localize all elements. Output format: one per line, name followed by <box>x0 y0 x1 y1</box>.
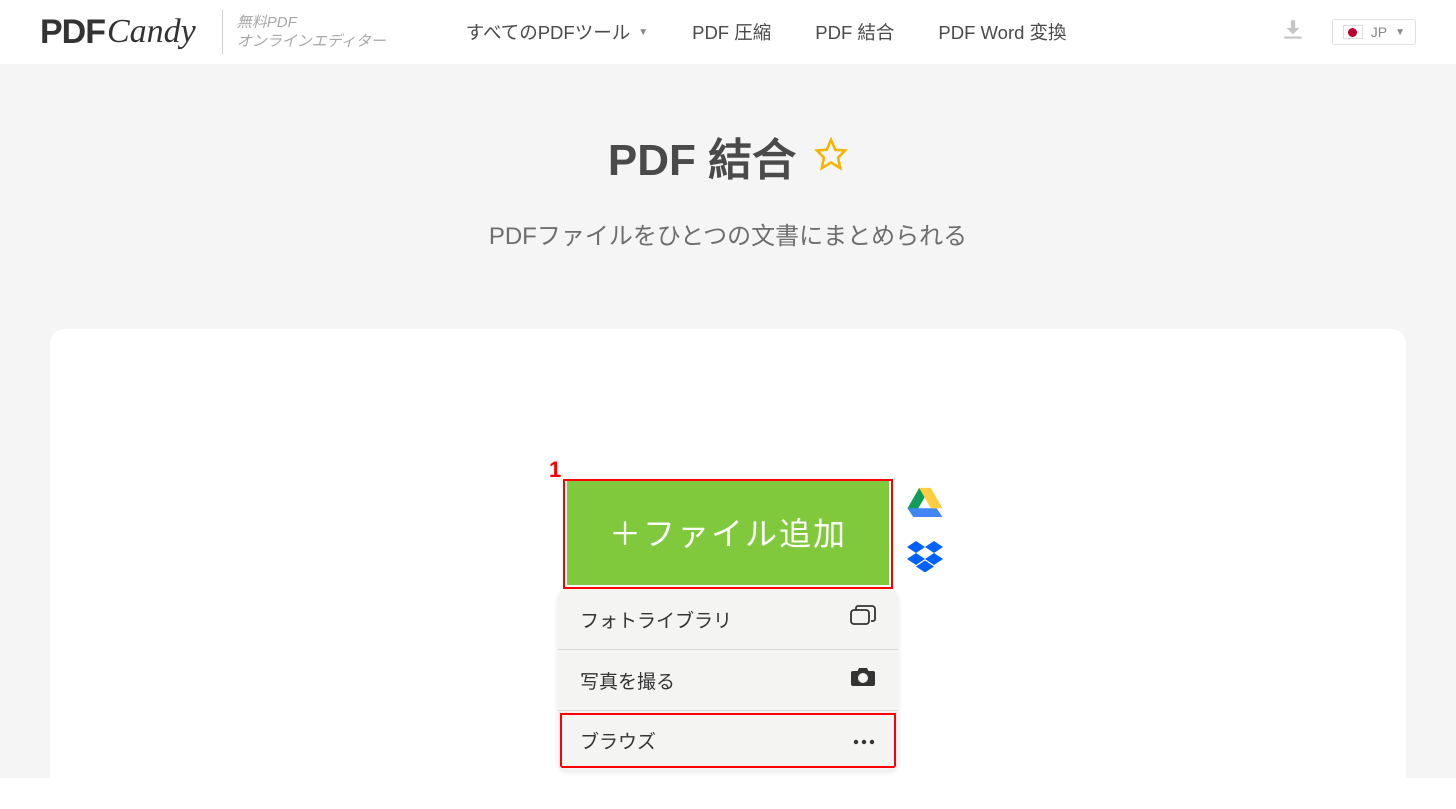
tagline: 無料PDF オンラインエディター <box>237 13 386 52</box>
picker-browse[interactable]: 2 ブラウズ <box>558 710 898 770</box>
nav-all-tools-label: すべてのPDFツール <box>466 19 630 45</box>
header-right: JP ▼ <box>1280 17 1416 48</box>
panel-wrap: 1 ＋ファイル追加 <box>50 329 1406 809</box>
nav-word[interactable]: PDF Word 変換 <box>938 19 1066 45</box>
upload-area: 1 ＋ファイル追加 <box>558 479 898 770</box>
tagline-line2: オンラインエディター <box>237 32 386 52</box>
picker-photo-library-label: フォトライブラリ <box>580 606 732 633</box>
logo[interactable]: PDF Candy <box>40 13 196 52</box>
file-picker-menu: フォトライブラリ 写真を撮る 2 ブラウズ <box>558 589 898 770</box>
page-title-row: PDF 結合 <box>0 124 1456 188</box>
add-file-button[interactable]: ＋ファイル追加 <box>567 479 889 585</box>
picker-browse-label: ブラウズ <box>580 727 656 754</box>
tagline-line1: 無料PDF <box>237 13 386 33</box>
site-header: PDF Candy 無料PDF オンラインエディター すべてのPDFツール ▼ … <box>0 0 1456 64</box>
language-selector[interactable]: JP ▼ <box>1332 19 1416 45</box>
logo-text-candy: Candy <box>107 13 196 51</box>
page-subtitle: PDFファイルをひとつの文書にまとめられる <box>0 216 1456 251</box>
main-content: PDF 結合 PDFファイルをひとつの文書にまとめられる 1 ＋ファイル追加 <box>0 64 1456 778</box>
main-nav: すべてのPDFツール ▼ PDF 圧縮 PDF 結合 PDF Word 変換 <box>466 19 1280 45</box>
chevron-down-icon: ▼ <box>1395 27 1405 38</box>
download-icon[interactable] <box>1280 17 1306 48</box>
ellipsis-icon <box>852 730 876 752</box>
chevron-down-icon: ▼ <box>638 27 648 38</box>
picker-photo-library[interactable]: フォトライブラリ <box>558 589 898 649</box>
nav-merge[interactable]: PDF 結合 <box>815 19 894 45</box>
logo-divider <box>222 10 223 54</box>
cloud-icons <box>907 485 943 577</box>
nav-all-tools[interactable]: すべてのPDFツール ▼ <box>466 19 648 45</box>
lang-code: JP <box>1371 24 1387 40</box>
dropbox-icon[interactable] <box>907 540 943 577</box>
upload-panel: 1 ＋ファイル追加 <box>50 329 1406 809</box>
add-file-label: ＋ファイル追加 <box>609 509 847 555</box>
picker-take-photo[interactable]: 写真を撮る <box>558 649 898 710</box>
page-title: PDF 結合 <box>608 124 796 188</box>
google-drive-icon[interactable] <box>907 485 943 522</box>
flag-japan-icon <box>1343 25 1363 39</box>
camera-icon <box>850 666 876 694</box>
picker-take-photo-label: 写真を撮る <box>580 667 675 694</box>
nav-compress[interactable]: PDF 圧縮 <box>692 19 771 45</box>
annotation-label-1: 1 <box>549 457 561 483</box>
logo-text-pdf: PDF <box>40 13 105 52</box>
favorite-star-icon[interactable] <box>814 137 848 176</box>
photo-library-icon <box>850 605 876 633</box>
